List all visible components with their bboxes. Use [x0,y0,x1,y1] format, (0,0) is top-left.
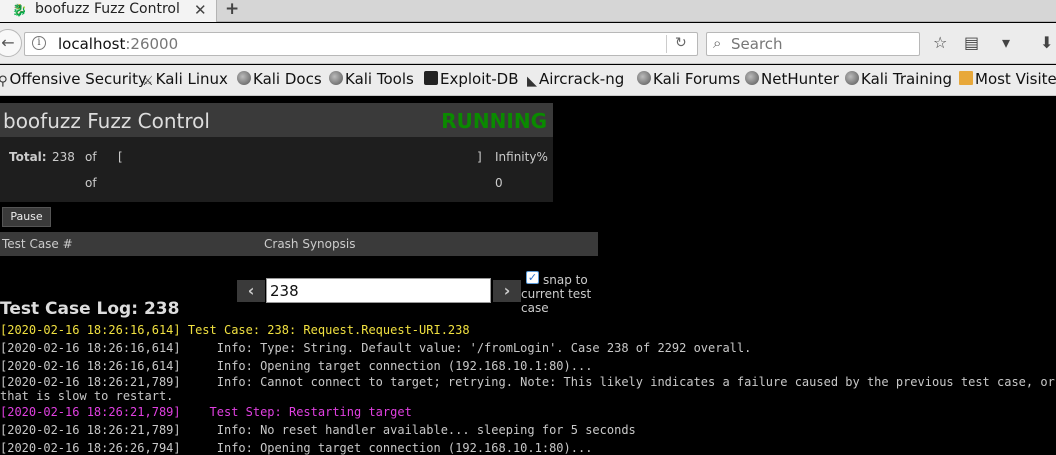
exploitdb-icon [424,71,438,85]
log-line: [2020-02-16 18:26:21,789] Info: No reset… [0,423,636,437]
bookmark-nethunter[interactable]: NetHunter [745,70,839,88]
col-crash-synopsis: Crash Synopsis [264,237,356,251]
close-tab-icon[interactable]: ✕ [194,1,207,19]
chevron-right-icon: › [503,281,511,300]
download-icon[interactable]: ⬇ [1040,33,1053,52]
next-case-button[interactable]: › [493,280,521,302]
col-test-case: Test Case # [2,237,73,251]
nav-bar: ← i localhost:26000 ↻ ⌕ Search ☆ ▤ ▾ ⬇ [0,23,1056,64]
log-title: Test Case Log: 238 [0,299,180,319]
log-line: that is slow to restart. [0,389,174,403]
tab-bar: 🐉 boofuzz Fuzz Control ✕ + [0,0,1056,22]
search-bar[interactable]: ⌕ Search [706,32,920,56]
globe-icon [845,71,859,85]
search-icon: ⌕ [713,34,722,52]
bookmark-offensive-security[interactable]: ⚲Offensive Security [0,70,147,89]
dragon-icon: ⚔ [142,74,154,89]
progress-open-bracket: [ [118,150,123,164]
search-placeholder: Search [731,35,783,53]
bookmark-kali-linux[interactable]: ⚔ Kali Linux [142,70,228,89]
second-value: 0 [495,176,503,190]
log-line: [2020-02-16 18:26:16,614] Info: Type: St… [0,341,752,355]
globe-icon [237,71,251,85]
of-label: of [85,150,97,164]
status-panel: boofuzz Fuzz Control RUNNING Total: 238 … [0,103,553,202]
crash-table-header: Test Case # Crash Synopsis [0,232,598,256]
bookmarks-bar: ⚲Offensive Security ⚔Kali Linux Kali Doc… [0,65,1056,96]
pocket-icon[interactable]: ▾ [1002,33,1010,52]
of-label-2: of [85,176,97,190]
bookmark-most-visited[interactable]: Most Visited [959,70,1056,88]
test-case-log: [2020-02-16 18:26:16,614] Test Case: 238… [0,321,1056,455]
url-bar[interactable]: i localhost:26000 ↻ [24,32,698,56]
checkmark-icon: ✓ [527,271,538,284]
back-button[interactable]: ← [0,29,22,57]
chevron-left-icon: ‹ [247,281,255,300]
globe-icon [329,71,343,85]
aircrack-icon: ◣ [527,74,537,89]
total-label: Total: [9,150,47,164]
bookmark-kali-forums[interactable]: Kali Forums [637,70,740,88]
url-divider [666,35,667,53]
bookmark-exploit-db[interactable]: Exploit-DB [424,70,519,88]
bookmark-kali-training[interactable]: Kali Training [845,70,952,88]
tab-boofuzz[interactable]: 🐉 boofuzz Fuzz Control ✕ [0,0,217,22]
tab-title: boofuzz Fuzz Control [35,1,180,17]
globe-icon [637,71,651,85]
bookmark-aircrack-ng[interactable]: ◣ Aircrack-ng [527,70,624,89]
total-value: 238 [52,150,75,164]
back-arrow-icon: ← [1,33,15,52]
bookmark-kali-tools[interactable]: Kali Tools [329,70,414,88]
bookmark-kali-docs[interactable]: Kali Docs [237,70,322,88]
folder-icon [959,71,973,85]
progress-percent: Infinity% [495,150,548,164]
log-line: [2020-02-16 18:26:16,614] Test Case: 238… [0,323,470,337]
dragon-icon: ⚲ [0,74,8,89]
new-tab-button[interactable]: + [225,0,239,19]
url-text: localhost:26000 [58,35,179,53]
log-line: [2020-02-16 18:26:21,789] Info: Cannot c… [0,375,1056,389]
log-line: [2020-02-16 18:26:16,614] Info: Opening … [0,359,593,373]
pause-button[interactable]: Pause [2,207,51,227]
panel-header: boofuzz Fuzz Control RUNNING [0,103,553,137]
info-icon[interactable]: i [32,36,46,50]
snap-checkbox[interactable]: ✓ [526,271,539,284]
reading-list-icon[interactable]: ▤ [964,33,979,52]
reload-icon[interactable]: ↻ [675,35,687,51]
progress-close-bracket: ] [477,150,482,164]
log-line: [2020-02-16 18:26:21,789] Test Step: Res… [0,405,412,419]
test-case-input[interactable] [266,278,491,303]
page-content: boofuzz Fuzz Control RUNNING Total: 238 … [0,97,1056,455]
globe-icon [745,71,759,85]
dragon-icon: 🐉 [12,3,27,17]
status-badge: RUNNING [441,109,547,133]
page-title: boofuzz Fuzz Control [3,109,210,133]
log-line: [2020-02-16 18:26:26,794] Info: Opening … [0,441,593,455]
prev-case-button[interactable]: ‹ [237,280,265,302]
bookmark-star-icon[interactable]: ☆ [933,33,947,52]
